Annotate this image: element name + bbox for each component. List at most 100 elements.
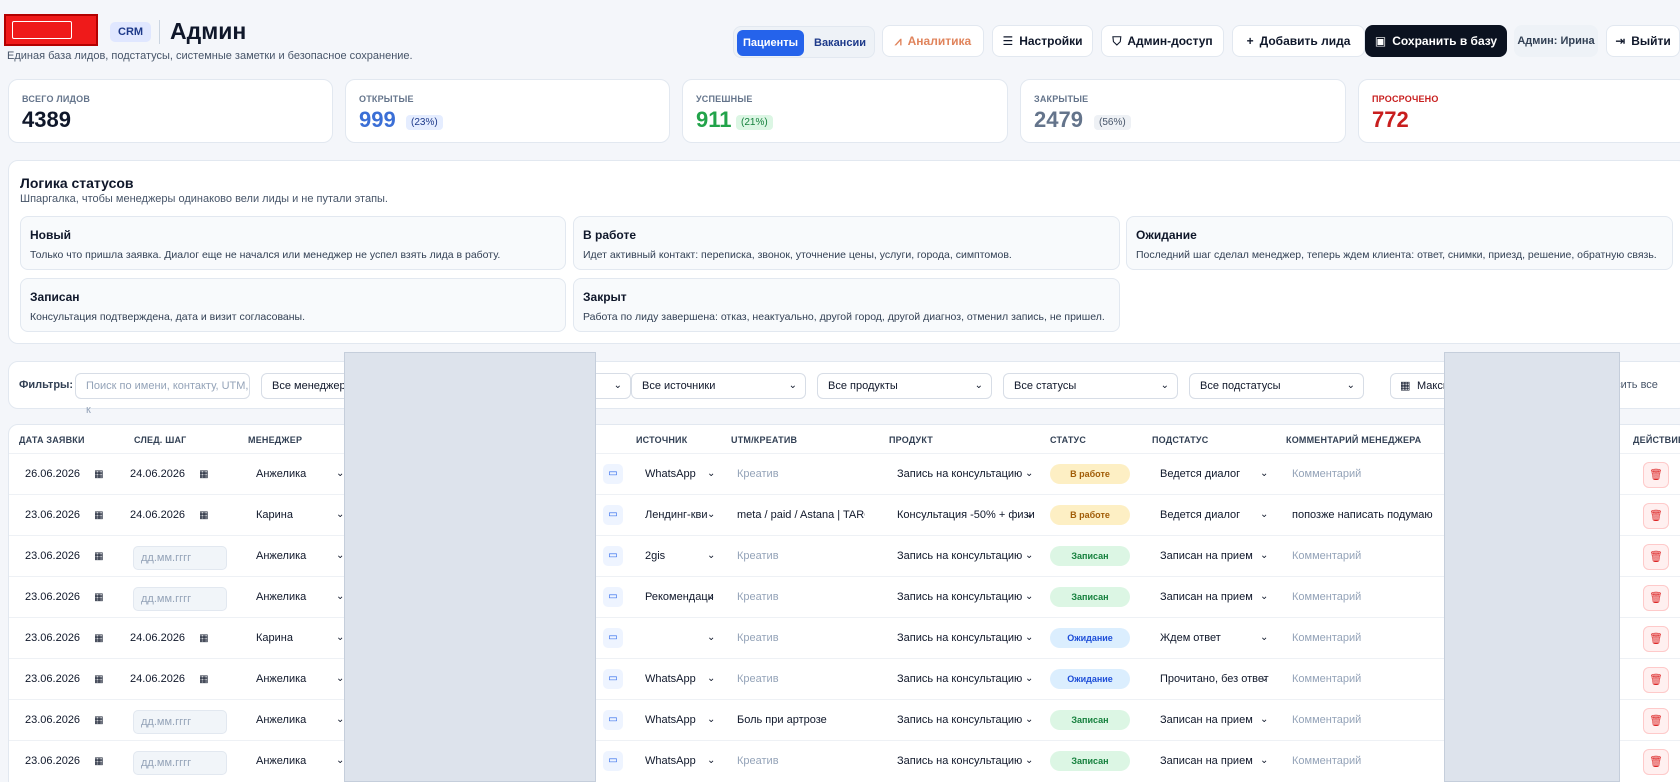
comment-input[interactable]: попозже написать подумаю	[1292, 495, 1452, 535]
comment-input[interactable]: Комментарий	[1292, 659, 1452, 699]
manager-select[interactable]: Анжелика ⌄	[256, 741, 346, 781]
manager-select[interactable]: Анжелика ⌄	[256, 659, 346, 699]
next-step-date[interactable]: дд.мм.гггг	[133, 710, 227, 734]
lead-date[interactable]: 23.06.2026 ▦	[25, 618, 125, 658]
utm-input[interactable]: Креатив	[737, 536, 865, 576]
tab-patients[interactable]: Пациенты	[737, 30, 804, 56]
source-filter[interactable]: Все источники ⌄	[631, 373, 806, 399]
source-select[interactable]: ⌄	[645, 618, 717, 658]
substatus-select[interactable]: Записан на прием ⌄	[1160, 741, 1270, 781]
comment-input[interactable]: Комментарий	[1292, 700, 1452, 740]
comment-input[interactable]: Комментарий	[1292, 536, 1452, 576]
comment-input[interactable]: Комментарий	[1292, 577, 1452, 617]
delete-row-button[interactable]: 🗑	[1643, 626, 1669, 652]
status-filter[interactable]: Все статусы ⌄	[1003, 373, 1178, 399]
lead-date[interactable]: 23.06.2026 ▦	[25, 495, 125, 535]
next-step-date[interactable]: дд.мм.гггг	[133, 587, 227, 611]
status-badge[interactable]: Записан	[1050, 546, 1130, 566]
comment-input[interactable]: Комментарий	[1292, 454, 1452, 494]
source-select[interactable]: WhatsApp ⌄	[645, 454, 717, 494]
status-badge[interactable]: Записан	[1050, 710, 1130, 730]
substatus-select[interactable]: Ждем ответ ⌄	[1160, 618, 1270, 658]
source-select[interactable]: WhatsApp ⌄	[645, 741, 717, 781]
source-select[interactable]: WhatsApp ⌄	[645, 700, 717, 740]
product-select[interactable]: Консультация -50% + физи ⌄	[897, 495, 1035, 535]
lead-date[interactable]: 23.06.2026 ▦	[25, 700, 125, 740]
utm-input[interactable]: Боль при артрозе	[737, 700, 865, 740]
tab-vacancies[interactable]: Вакансии	[807, 30, 873, 56]
status-badge[interactable]: В работе	[1050, 505, 1130, 525]
lead-date[interactable]: 23.06.2026 ▦	[25, 659, 125, 699]
status-badge[interactable]: Ожидание	[1050, 628, 1130, 648]
substatus-filter[interactable]: Все подстатусы ⌄	[1189, 373, 1364, 399]
delete-row-button[interactable]: 🗑	[1643, 462, 1669, 488]
delete-row-button[interactable]: 🗑	[1643, 544, 1669, 570]
next-step-date[interactable]: 24.06.2026 ▦	[130, 618, 230, 658]
settings-button[interactable]: ☰ Настройки	[992, 25, 1093, 57]
chat-icon[interactable]: ▭	[603, 505, 623, 525]
substatus-select[interactable]: Ведется диалог ⌄	[1160, 454, 1270, 494]
manager-select[interactable]: Анжелика ⌄	[256, 577, 346, 617]
comment-input[interactable]: Комментарий	[1292, 741, 1452, 781]
product-select[interactable]: Запись на консультацию ⌄	[897, 536, 1035, 576]
delete-row-button[interactable]: 🗑	[1643, 585, 1669, 611]
delete-row-button[interactable]: 🗑	[1643, 667, 1669, 693]
product-select[interactable]: Запись на консультацию ⌄	[897, 659, 1035, 699]
product-select[interactable]: Запись на консультацию ⌄	[897, 618, 1035, 658]
utm-input[interactable]: meta / paid / Astana | TARGI	[737, 495, 865, 535]
chat-icon[interactable]: ▭	[603, 628, 623, 648]
next-step-date[interactable]: дд.мм.гггг	[133, 751, 227, 775]
chat-icon[interactable]: ▭	[603, 710, 623, 730]
next-step-date[interactable]: дд.мм.гггг	[133, 546, 227, 570]
substatus-select[interactable]: Записан на прием ⌄	[1160, 700, 1270, 740]
utm-input[interactable]: Креатив	[737, 741, 865, 781]
lead-date[interactable]: 23.06.2026 ▦	[25, 741, 125, 781]
chat-icon[interactable]: ▭	[603, 669, 623, 689]
chat-icon[interactable]: ▭	[603, 464, 623, 484]
lead-date[interactable]: 23.06.2026 ▦	[25, 536, 125, 576]
save-to-db-button[interactable]: ▣ Сохранить в базу	[1365, 25, 1507, 57]
status-badge[interactable]: Записан	[1050, 587, 1130, 607]
manager-select[interactable]: Карина ⌄	[256, 495, 346, 535]
status-badge[interactable]: Записан	[1050, 751, 1130, 771]
product-select[interactable]: Запись на консультацию ⌄	[897, 700, 1035, 740]
substatus-select[interactable]: Ведется диалог ⌄	[1160, 495, 1270, 535]
product-select[interactable]: Запись на консультацию ⌄	[897, 741, 1035, 781]
search-input[interactable]: Поиск по имени, контакту, UTM, к	[75, 373, 250, 416]
substatus-select[interactable]: Прочитано, без ответ ⌄	[1160, 659, 1270, 699]
delete-row-button[interactable]: 🗑	[1643, 503, 1669, 529]
next-step-date[interactable]: 24.06.2026 ▦	[130, 495, 230, 535]
chat-icon[interactable]: ▭	[603, 751, 623, 771]
utm-input[interactable]: Креатив	[737, 454, 865, 494]
lead-date[interactable]: 23.06.2026 ▦	[25, 577, 125, 617]
next-step-date[interactable]: 24.06.2026 ▦	[130, 659, 230, 699]
substatus-select[interactable]: Записан на прием ⌄	[1160, 536, 1270, 576]
source-select[interactable]: WhatsApp ⌄	[645, 659, 717, 699]
delete-row-button[interactable]: 🗑	[1643, 749, 1669, 775]
logout-button[interactable]: ⇥ Выйти	[1606, 25, 1680, 57]
utm-input[interactable]: Креатив	[737, 659, 865, 699]
admin-access-button[interactable]: ⛉ Админ-доступ	[1101, 25, 1224, 57]
chat-icon[interactable]: ▭	[603, 546, 623, 566]
manager-select[interactable]: Анжелика ⌄	[256, 454, 346, 494]
manager-select[interactable]: Анжелика ⌄	[256, 536, 346, 576]
lead-date[interactable]: 26.06.2026 ▦	[25, 454, 125, 494]
product-select[interactable]: Запись на консультацию ⌄	[897, 454, 1035, 494]
manager-select[interactable]: Анжелика ⌄	[256, 700, 346, 740]
delete-row-button[interactable]: 🗑	[1643, 708, 1669, 734]
chat-icon[interactable]: ▭	[603, 587, 623, 607]
manager-select[interactable]: Карина ⌄	[256, 618, 346, 658]
comment-input[interactable]: Комментарий	[1292, 618, 1452, 658]
status-badge[interactable]: Ожидание	[1050, 669, 1130, 689]
status-badge[interactable]: В работе	[1050, 464, 1130, 484]
source-select[interactable]: 2gis ⌄	[645, 536, 717, 576]
analytics-button[interactable]: ⩘ Аналитика	[882, 25, 984, 57]
next-step-date[interactable]: 24.06.2026 ▦	[130, 454, 230, 494]
add-lead-button[interactable]: + Добавить лида	[1232, 25, 1365, 57]
utm-input[interactable]: Креатив	[737, 577, 865, 617]
utm-input[interactable]: Креатив	[737, 618, 865, 658]
product-select[interactable]: Запись на консультацию ⌄	[897, 577, 1035, 617]
substatus-select[interactable]: Записан на прием ⌄	[1160, 577, 1270, 617]
product-filter[interactable]: Все продукты ⌄	[817, 373, 992, 399]
source-select[interactable]: Лендинг-кви ⌄	[645, 495, 717, 535]
